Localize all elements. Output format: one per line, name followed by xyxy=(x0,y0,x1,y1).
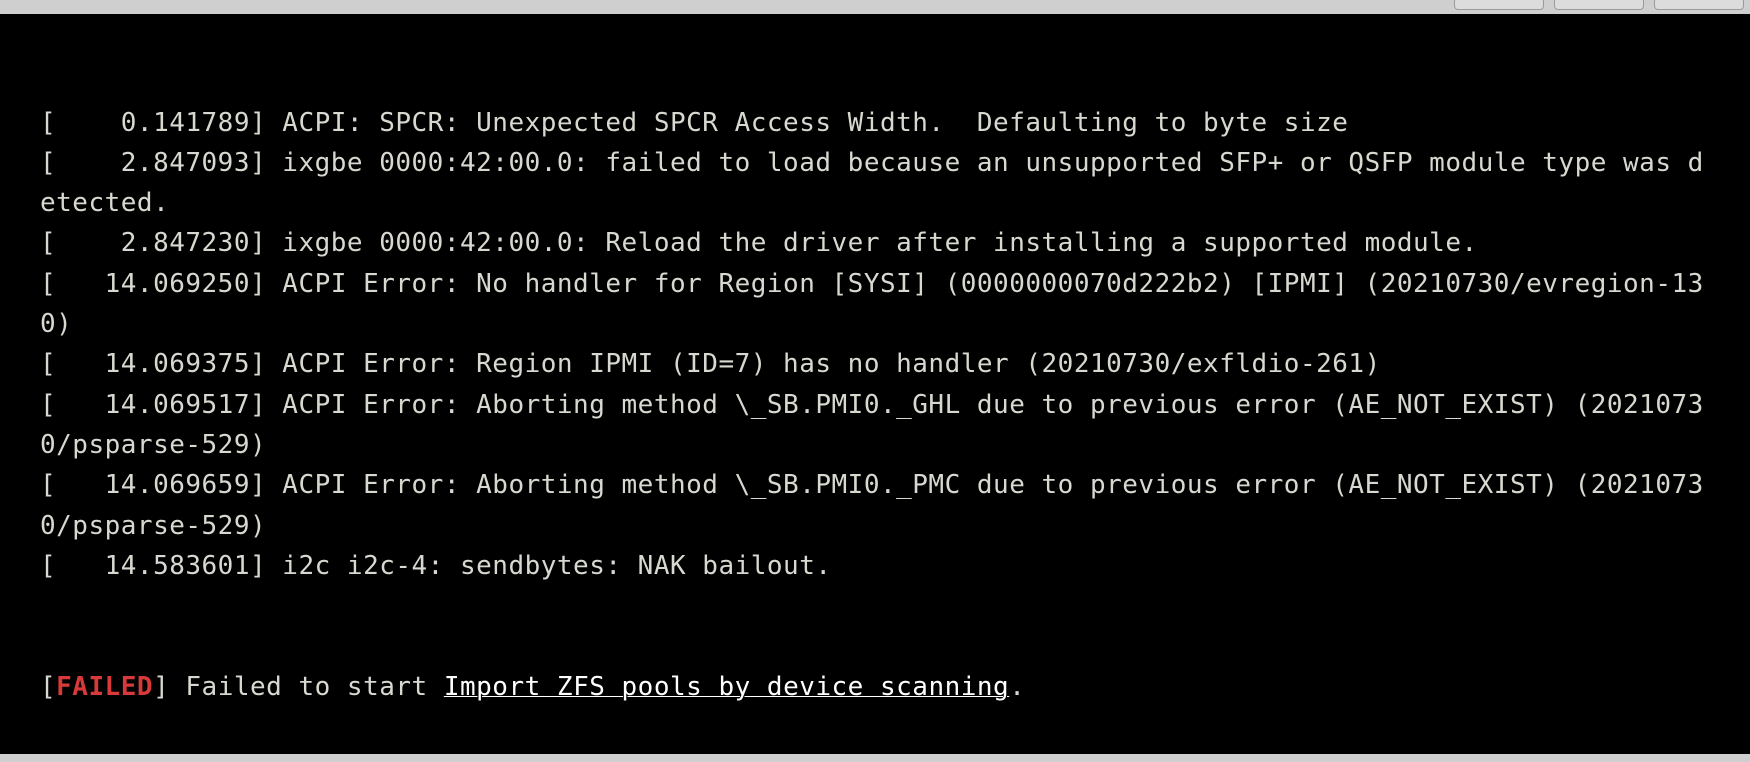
console-line: [ 14.583601] i2c i2c-4: sendbytes: NAK b… xyxy=(0,546,1750,586)
console-line-failed: [FAILED] Failed to start Import ZFS pool… xyxy=(0,667,1750,707)
status-failed: FAILED xyxy=(56,672,153,702)
console-line: [ 14.069250] ACPI Error: No handler for … xyxy=(0,264,1750,345)
console-line: [ 2.847230] ixgbe 0000:42:00.0: Reload t… xyxy=(0,223,1750,263)
failed-message: ] Failed to start xyxy=(153,672,444,702)
console-line: [ 0.141789] ACPI: SPCR: Unexpected SPCR … xyxy=(0,103,1750,143)
terminal-output: [ 0.141789] ACPI: SPCR: Unexpected SPCR … xyxy=(0,14,1750,754)
console-line: [ 14.069375] ACPI Error: Region IPMI (ID… xyxy=(0,344,1750,384)
window-chrome xyxy=(0,0,1750,14)
bracket-open: [ xyxy=(40,672,56,702)
systemd-unit-name: Import ZFS pools by device scanning xyxy=(444,672,1009,702)
console-line: [ 14.069517] ACPI Error: Aborting method… xyxy=(0,385,1750,466)
window-button[interactable] xyxy=(1654,0,1744,10)
console-line: [ 2.847093] ixgbe 0000:42:00.0: failed t… xyxy=(0,143,1750,224)
console-line: [ 14.069659] ACPI Error: Aborting method… xyxy=(0,465,1750,546)
window-button[interactable] xyxy=(1454,0,1544,10)
line-tail: . xyxy=(1009,672,1025,702)
window-button[interactable] xyxy=(1554,0,1644,10)
